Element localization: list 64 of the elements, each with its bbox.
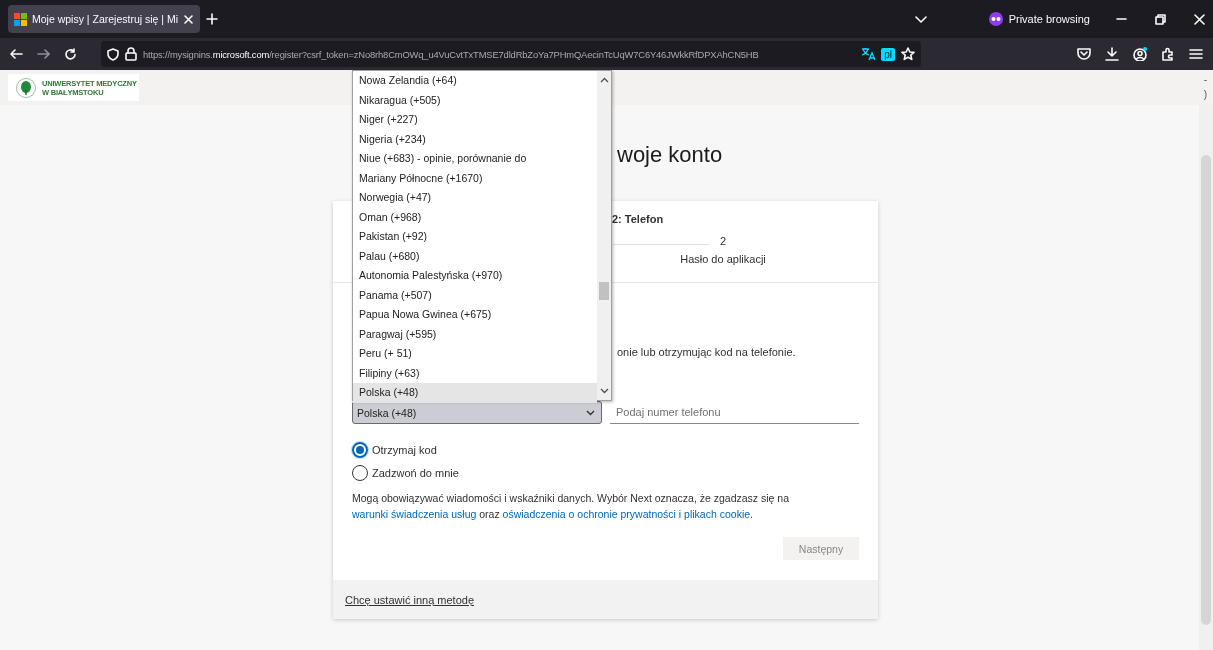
- step-number: 2: [719, 235, 727, 247]
- radio-label[interactable]: Zadzwoń do mnie: [372, 467, 459, 479]
- extensions-icon[interactable]: [1161, 47, 1175, 61]
- country-option[interactable]: Paragwaj (+595): [353, 324, 597, 344]
- country-option[interactable]: Mariany Północne (+1670): [353, 168, 597, 188]
- country-option[interactable]: Peru (+ 51): [353, 344, 597, 364]
- country-option[interactable]: Filipiny (+63): [353, 363, 597, 383]
- translate-icon[interactable]: [861, 47, 876, 61]
- country-option[interactable]: Niger (+227): [353, 110, 597, 130]
- scrollbar-thumb[interactable]: [599, 282, 609, 300]
- country-option[interactable]: Nikaragua (+505): [353, 90, 597, 110]
- scroll-up-icon[interactable]: [599, 77, 609, 83]
- close-icon[interactable]: [183, 13, 195, 25]
- step-title: 2: Telefon: [612, 213, 664, 225]
- legal-link[interactable]: oświadczenia o ochronie prywatności i plikach cookie.: [502, 508, 753, 520]
- url-field[interactable]: https://mysignins.microsoft.com/register?csrf_token=zNo8rh8CmOWq_u4VuCvtTxTMSE7dldRbZoYa7PHmQAecinTcUqW7C6Y46JWkkRfDPXAhCN5HB: [143, 48, 856, 60]
- mask-icon: [988, 12, 1003, 26]
- account-icon[interactable]: [1133, 47, 1147, 61]
- scrollbar-thumb[interactable]: [1201, 155, 1211, 625]
- page-scrollbar[interactable]: [1199, 105, 1213, 650]
- edge-mark: ): [1203, 89, 1207, 100]
- country-option[interactable]: Polska (+48): [353, 383, 597, 403]
- scroll-down-icon[interactable]: [599, 388, 609, 394]
- page-title: woje konto: [617, 142, 724, 169]
- description-text: onie lub otrzymując kod na telefonie.: [617, 346, 797, 358]
- country-select[interactable]: Polska (+48): [352, 401, 602, 424]
- tree-emblem-icon: [16, 77, 36, 98]
- back-icon[interactable]: [10, 48, 23, 60]
- radio-button[interactable]: [352, 442, 368, 458]
- country-option[interactable]: Niue (+683) - opinie, porównanie do: [353, 149, 597, 169]
- legal-link[interactable]: warunki świadczenia usług: [352, 508, 477, 520]
- download-icon[interactable]: [1105, 47, 1119, 61]
- country-option[interactable]: Palau (+680): [353, 246, 597, 266]
- windows-logo-icon: [14, 12, 27, 26]
- lock-icon[interactable]: [125, 47, 137, 61]
- country-option[interactable]: Oman (+968): [353, 207, 597, 227]
- shield-icon[interactable]: [107, 47, 119, 61]
- other-method-link[interactable]: Chcę ustawić inną metodę: [345, 593, 474, 606]
- private-browsing-label: Private browsing: [1008, 13, 1090, 25]
- step-label: Hasło do aplikacji: [680, 253, 766, 265]
- menu-icon[interactable]: [1189, 47, 1203, 61]
- language-badge[interactable]: pl: [881, 47, 895, 61]
- country-option[interactable]: Panama (+507): [353, 285, 597, 305]
- scrollbar[interactable]: [597, 71, 611, 400]
- edge-mark: -: [1203, 74, 1207, 85]
- chevron-down-icon[interactable]: [914, 14, 927, 24]
- reload-icon[interactable]: [64, 47, 77, 61]
- country-option[interactable]: Nowa Zelandia (+64): [353, 71, 597, 91]
- legal-notice: Mogą obowiązywać wiadomości i wskaźniki danych. Wybór Next oznacza, że zgadzasz się na warunki świadczenia usług oraz oświadczenia o ochronie prywatności i plikach cookie.: [352, 491, 791, 522]
- restore-icon[interactable]: [1155, 13, 1166, 25]
- pocket-icon[interactable]: [1077, 47, 1091, 61]
- country-option[interactable]: Nigeria (+234): [353, 129, 597, 149]
- country-option[interactable]: Autonomia Palestyńska (+970): [353, 266, 597, 286]
- forward-icon: [37, 48, 50, 60]
- star-icon[interactable]: [901, 47, 915, 61]
- plus-icon[interactable]: [206, 13, 219, 25]
- country-option[interactable]: Papua Nowa Gwinea (+675): [353, 305, 597, 325]
- tab-title: Moje wpisy | Zarejestruj się | Mi: [32, 13, 179, 25]
- radio-label[interactable]: Otrzymaj kod: [372, 444, 437, 456]
- country-option[interactable]: Norwegia (+47): [353, 188, 597, 208]
- browser-tab[interactable]: Moje wpisy | Zarejestruj się | Mi: [8, 5, 201, 33]
- chevron-down-icon: [586, 409, 595, 416]
- country-option[interactable]: Pakistan (+92): [353, 227, 597, 247]
- close-icon[interactable]: [1194, 13, 1205, 25]
